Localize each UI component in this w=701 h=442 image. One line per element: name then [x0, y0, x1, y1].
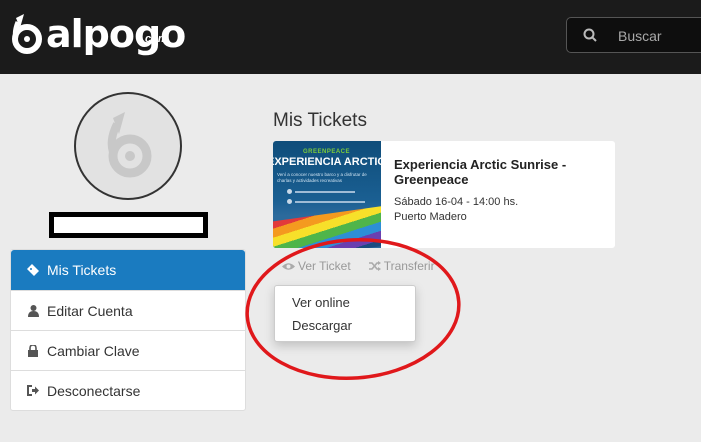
info-bullet-icon: [287, 199, 292, 204]
avatar: [74, 92, 182, 200]
sidebar-item-desconectarse[interactable]: Desconectarse: [11, 370, 245, 410]
search-placeholder: Buscar: [618, 28, 662, 44]
transferir-button[interactable]: Transferir: [368, 259, 435, 273]
sidebar-item-editar-cuenta[interactable]: Editar Cuenta: [11, 290, 245, 330]
event-title[interactable]: Experiencia Arctic Sunrise - Greenpeace: [394, 157, 604, 187]
logo-suffix: .com: [142, 33, 168, 45]
sidebar-item-label: Editar Cuenta: [47, 302, 133, 319]
search-input[interactable]: Buscar: [566, 17, 701, 53]
sidebar-item-mis-tickets[interactable]: Mis Tickets: [11, 250, 245, 290]
shuffle-icon: [368, 261, 381, 271]
ticket-actions: Ver Ticket Transferir: [282, 259, 453, 273]
ver-ticket-label: Ver Ticket: [298, 259, 351, 273]
search-icon: [583, 28, 597, 42]
event-image-subtitle: Vení a conocer nuestro barco y a disfrut…: [277, 172, 367, 183]
alpogo-mark-icon: [12, 14, 42, 54]
top-navbar: alpogo .com Buscar: [0, 0, 701, 74]
ticket-icon: [26, 264, 40, 276]
info-line: [295, 201, 365, 203]
sidebar-item-cambiar-clave[interactable]: Cambiar Clave: [11, 330, 245, 370]
event-image-brand: GREENPEACE: [303, 149, 351, 155]
account-menu: Mis Tickets Editar Cuenta Cambiar Clave …: [10, 249, 246, 411]
event-date: Sábado 16-04 - 14:00 hs.: [394, 196, 519, 208]
ver-ticket-button[interactable]: Ver Ticket: [282, 259, 351, 273]
ticket-dropdown-menu: Ver online Descargar: [274, 285, 416, 342]
sidebar-item-label: Mis Tickets: [47, 262, 117, 278]
eye-icon: [282, 262, 295, 270]
event-image-title: EXPERIENCIA ARCTIC SUNRISE: [273, 156, 381, 168]
info-line: [295, 191, 355, 193]
user-name-redacted: [49, 212, 208, 238]
alpogo-placeholder-icon: [107, 112, 152, 178]
sign-out-icon: [26, 385, 40, 396]
rainbow-graphic: [273, 203, 381, 248]
event-image[interactable]: GREENPEACE EXPERIENCIA ARCTIC SUNRISE Ve…: [273, 141, 381, 248]
sidebar-item-label: Desconectarse: [47, 382, 141, 399]
transferir-label: Transferir: [383, 259, 435, 273]
user-icon: [26, 304, 40, 317]
page-title: Mis Tickets: [273, 110, 367, 131]
dropdown-item-descargar[interactable]: Descargar: [292, 318, 352, 333]
lock-icon: [26, 344, 40, 357]
sidebar-item-label: Cambiar Clave: [47, 342, 140, 359]
info-bullet-icon: [287, 189, 292, 194]
dropdown-item-ver-online[interactable]: Ver online: [292, 295, 350, 310]
ticket-card: GREENPEACE EXPERIENCIA ARCTIC SUNRISE Ve…: [273, 141, 615, 248]
event-place: Puerto Madero: [394, 211, 467, 223]
